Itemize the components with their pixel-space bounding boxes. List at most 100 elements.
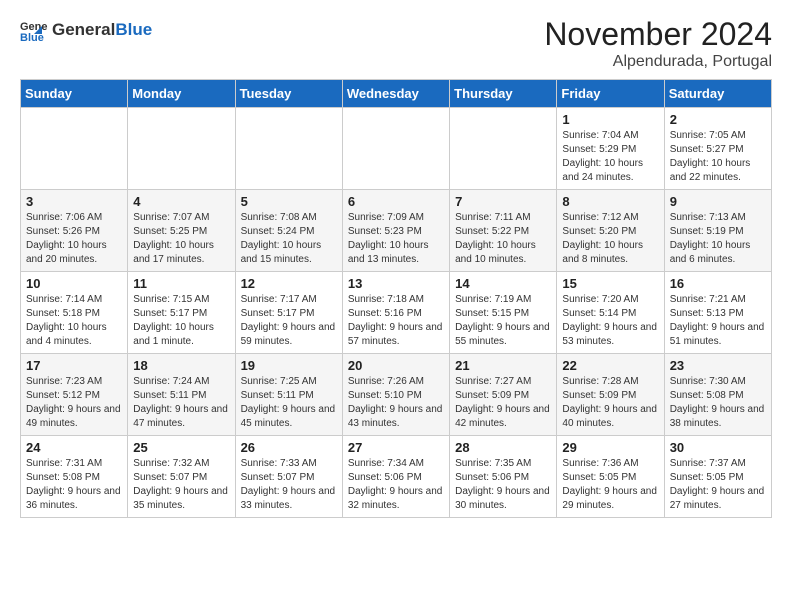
- day-number: 24: [26, 440, 122, 455]
- day-number: 27: [348, 440, 444, 455]
- day-info: Sunrise: 7:32 AM Sunset: 5:07 PM Dayligh…: [133, 457, 229, 513]
- calendar-header-tuesday: Tuesday: [235, 80, 342, 108]
- calendar-header-sunday: Sunday: [21, 80, 128, 108]
- logo: General Blue GeneralBlue: [20, 16, 152, 44]
- calendar-cell: 15 Sunrise: 7:20 AM Sunset: 5:14 PM Dayli…: [557, 272, 664, 354]
- calendar-cell: 1 Sunrise: 7:04 AM Sunset: 5:29 PM Daylig…: [557, 108, 664, 190]
- calendar-cell: [21, 108, 128, 190]
- location-title: Alpendurada, Portugal: [544, 53, 772, 71]
- calendar-header-monday: Monday: [128, 80, 235, 108]
- calendar-header-friday: Friday: [557, 80, 664, 108]
- day-info: Sunrise: 7:13 AM Sunset: 5:19 PM Dayligh…: [670, 211, 766, 267]
- day-info: Sunrise: 7:07 AM Sunset: 5:25 PM Dayligh…: [133, 211, 229, 267]
- day-info: Sunrise: 7:33 AM Sunset: 5:07 PM Dayligh…: [241, 457, 337, 513]
- day-info: Sunrise: 7:24 AM Sunset: 5:11 PM Dayligh…: [133, 375, 229, 431]
- calendar-cell: [235, 108, 342, 190]
- day-info: Sunrise: 7:20 AM Sunset: 5:14 PM Dayligh…: [562, 293, 658, 349]
- calendar-cell: 25 Sunrise: 7:32 AM Sunset: 5:07 PM Dayli…: [128, 436, 235, 518]
- day-number: 19: [241, 358, 337, 373]
- day-info: Sunrise: 7:35 AM Sunset: 5:06 PM Dayligh…: [455, 457, 551, 513]
- calendar-header-wednesday: Wednesday: [342, 80, 449, 108]
- day-info: Sunrise: 7:05 AM Sunset: 5:27 PM Dayligh…: [670, 129, 766, 185]
- day-info: Sunrise: 7:31 AM Sunset: 5:08 PM Dayligh…: [26, 457, 122, 513]
- calendar-cell: 10 Sunrise: 7:14 AM Sunset: 5:18 PM Dayli…: [21, 272, 128, 354]
- day-info: Sunrise: 7:37 AM Sunset: 5:05 PM Dayligh…: [670, 457, 766, 513]
- month-title: November 2024: [544, 16, 772, 53]
- day-number: 14: [455, 276, 551, 291]
- calendar-table: SundayMondayTuesdayWednesdayThursdayFrid…: [20, 79, 772, 518]
- day-number: 16: [670, 276, 766, 291]
- calendar-cell: 17 Sunrise: 7:23 AM Sunset: 5:12 PM Dayli…: [21, 354, 128, 436]
- day-number: 12: [241, 276, 337, 291]
- calendar-cell: 3Sunrise: 7:06 AM Sunset: 5:26 PM Daylig…: [21, 190, 128, 272]
- day-info: Sunrise: 7:17 AM Sunset: 5:17 PM Dayligh…: [241, 293, 337, 349]
- day-info: Sunrise: 7:08 AM Sunset: 5:24 PM Dayligh…: [241, 211, 337, 267]
- day-info: Sunrise: 7:27 AM Sunset: 5:09 PM Dayligh…: [455, 375, 551, 431]
- day-info: Sunrise: 7:34 AM Sunset: 5:06 PM Dayligh…: [348, 457, 444, 513]
- day-number: 15: [562, 276, 658, 291]
- calendar-cell: 22 Sunrise: 7:28 AM Sunset: 5:09 PM Dayli…: [557, 354, 664, 436]
- day-number: 25: [133, 440, 229, 455]
- calendar-cell: 29 Sunrise: 7:36 AM Sunset: 5:05 PM Dayli…: [557, 436, 664, 518]
- day-number: 21: [455, 358, 551, 373]
- calendar-cell: 18 Sunrise: 7:24 AM Sunset: 5:11 PM Dayli…: [128, 354, 235, 436]
- day-info: Sunrise: 7:19 AM Sunset: 5:15 PM Dayligh…: [455, 293, 551, 349]
- calendar-cell: 24 Sunrise: 7:31 AM Sunset: 5:08 PM Dayli…: [21, 436, 128, 518]
- page-header: General Blue GeneralBlue November 2024 A…: [20, 16, 772, 71]
- day-number: 22: [562, 358, 658, 373]
- calendar-week-row: 17 Sunrise: 7:23 AM Sunset: 5:12 PM Dayli…: [21, 354, 772, 436]
- day-number: 11: [133, 276, 229, 291]
- day-info: Sunrise: 7:04 AM Sunset: 5:29 PM Dayligh…: [562, 129, 658, 185]
- calendar-cell: 30 Sunrise: 7:37 AM Sunset: 5:05 PM Dayli…: [664, 436, 771, 518]
- day-info: Sunrise: 7:25 AM Sunset: 5:11 PM Dayligh…: [241, 375, 337, 431]
- day-number: 5: [241, 194, 337, 209]
- calendar-cell: 12 Sunrise: 7:17 AM Sunset: 5:17 PM Dayli…: [235, 272, 342, 354]
- day-info: Sunrise: 7:18 AM Sunset: 5:16 PM Dayligh…: [348, 293, 444, 349]
- day-info: Sunrise: 7:06 AM Sunset: 5:26 PM Dayligh…: [26, 211, 122, 267]
- day-info: Sunrise: 7:12 AM Sunset: 5:20 PM Dayligh…: [562, 211, 658, 267]
- day-number: 20: [348, 358, 444, 373]
- day-info: Sunrise: 7:23 AM Sunset: 5:12 PM Dayligh…: [26, 375, 122, 431]
- day-number: 28: [455, 440, 551, 455]
- day-info: Sunrise: 7:30 AM Sunset: 5:08 PM Dayligh…: [670, 375, 766, 431]
- calendar-cell: 13 Sunrise: 7:18 AM Sunset: 5:16 PM Dayli…: [342, 272, 449, 354]
- day-number: 9: [670, 194, 766, 209]
- calendar-header-thursday: Thursday: [450, 80, 557, 108]
- calendar-week-row: 24 Sunrise: 7:31 AM Sunset: 5:08 PM Dayli…: [21, 436, 772, 518]
- day-number: 4: [133, 194, 229, 209]
- calendar-cell: 8Sunrise: 7:12 AM Sunset: 5:20 PM Daylig…: [557, 190, 664, 272]
- day-info: Sunrise: 7:36 AM Sunset: 5:05 PM Dayligh…: [562, 457, 658, 513]
- calendar-cell: 27 Sunrise: 7:34 AM Sunset: 5:06 PM Dayli…: [342, 436, 449, 518]
- logo-general: GeneralBlue: [52, 21, 152, 40]
- calendar-cell: 11Sunrise: 7:15 AM Sunset: 5:17 PM Dayli…: [128, 272, 235, 354]
- day-info: Sunrise: 7:14 AM Sunset: 5:18 PM Dayligh…: [26, 293, 122, 349]
- day-number: 30: [670, 440, 766, 455]
- calendar-cell: 5 Sunrise: 7:08 AM Sunset: 5:24 PM Daylig…: [235, 190, 342, 272]
- calendar-cell: 4 Sunrise: 7:07 AM Sunset: 5:25 PM Daylig…: [128, 190, 235, 272]
- calendar-cell: 16 Sunrise: 7:21 AM Sunset: 5:13 PM Dayli…: [664, 272, 771, 354]
- svg-text:Blue: Blue: [20, 32, 44, 44]
- day-number: 1: [562, 112, 658, 127]
- calendar-cell: 26Sunrise: 7:33 AM Sunset: 5:07 PM Dayli…: [235, 436, 342, 518]
- day-number: 29: [562, 440, 658, 455]
- calendar-header-saturday: Saturday: [664, 80, 771, 108]
- day-number: 23: [670, 358, 766, 373]
- day-number: 7: [455, 194, 551, 209]
- day-info: Sunrise: 7:28 AM Sunset: 5:09 PM Dayligh…: [562, 375, 658, 431]
- calendar-cell: [342, 108, 449, 190]
- calendar-cell: 7 Sunrise: 7:11 AM Sunset: 5:22 PM Daylig…: [450, 190, 557, 272]
- day-number: 13: [348, 276, 444, 291]
- calendar-cell: 21 Sunrise: 7:27 AM Sunset: 5:09 PM Dayli…: [450, 354, 557, 436]
- day-info: Sunrise: 7:21 AM Sunset: 5:13 PM Dayligh…: [670, 293, 766, 349]
- day-number: 10: [26, 276, 122, 291]
- logo-icon: General Blue: [20, 16, 48, 44]
- day-number: 17: [26, 358, 122, 373]
- title-area: November 2024 Alpendurada, Portugal: [544, 16, 772, 71]
- day-info: Sunrise: 7:09 AM Sunset: 5:23 PM Dayligh…: [348, 211, 444, 267]
- calendar-week-row: 1 Sunrise: 7:04 AM Sunset: 5:29 PM Daylig…: [21, 108, 772, 190]
- calendar-cell: 28 Sunrise: 7:35 AM Sunset: 5:06 PM Dayli…: [450, 436, 557, 518]
- day-number: 18: [133, 358, 229, 373]
- day-info: Sunrise: 7:11 AM Sunset: 5:22 PM Dayligh…: [455, 211, 551, 267]
- calendar-week-row: 3Sunrise: 7:06 AM Sunset: 5:26 PM Daylig…: [21, 190, 772, 272]
- calendar-cell: 20Sunrise: 7:26 AM Sunset: 5:10 PM Dayli…: [342, 354, 449, 436]
